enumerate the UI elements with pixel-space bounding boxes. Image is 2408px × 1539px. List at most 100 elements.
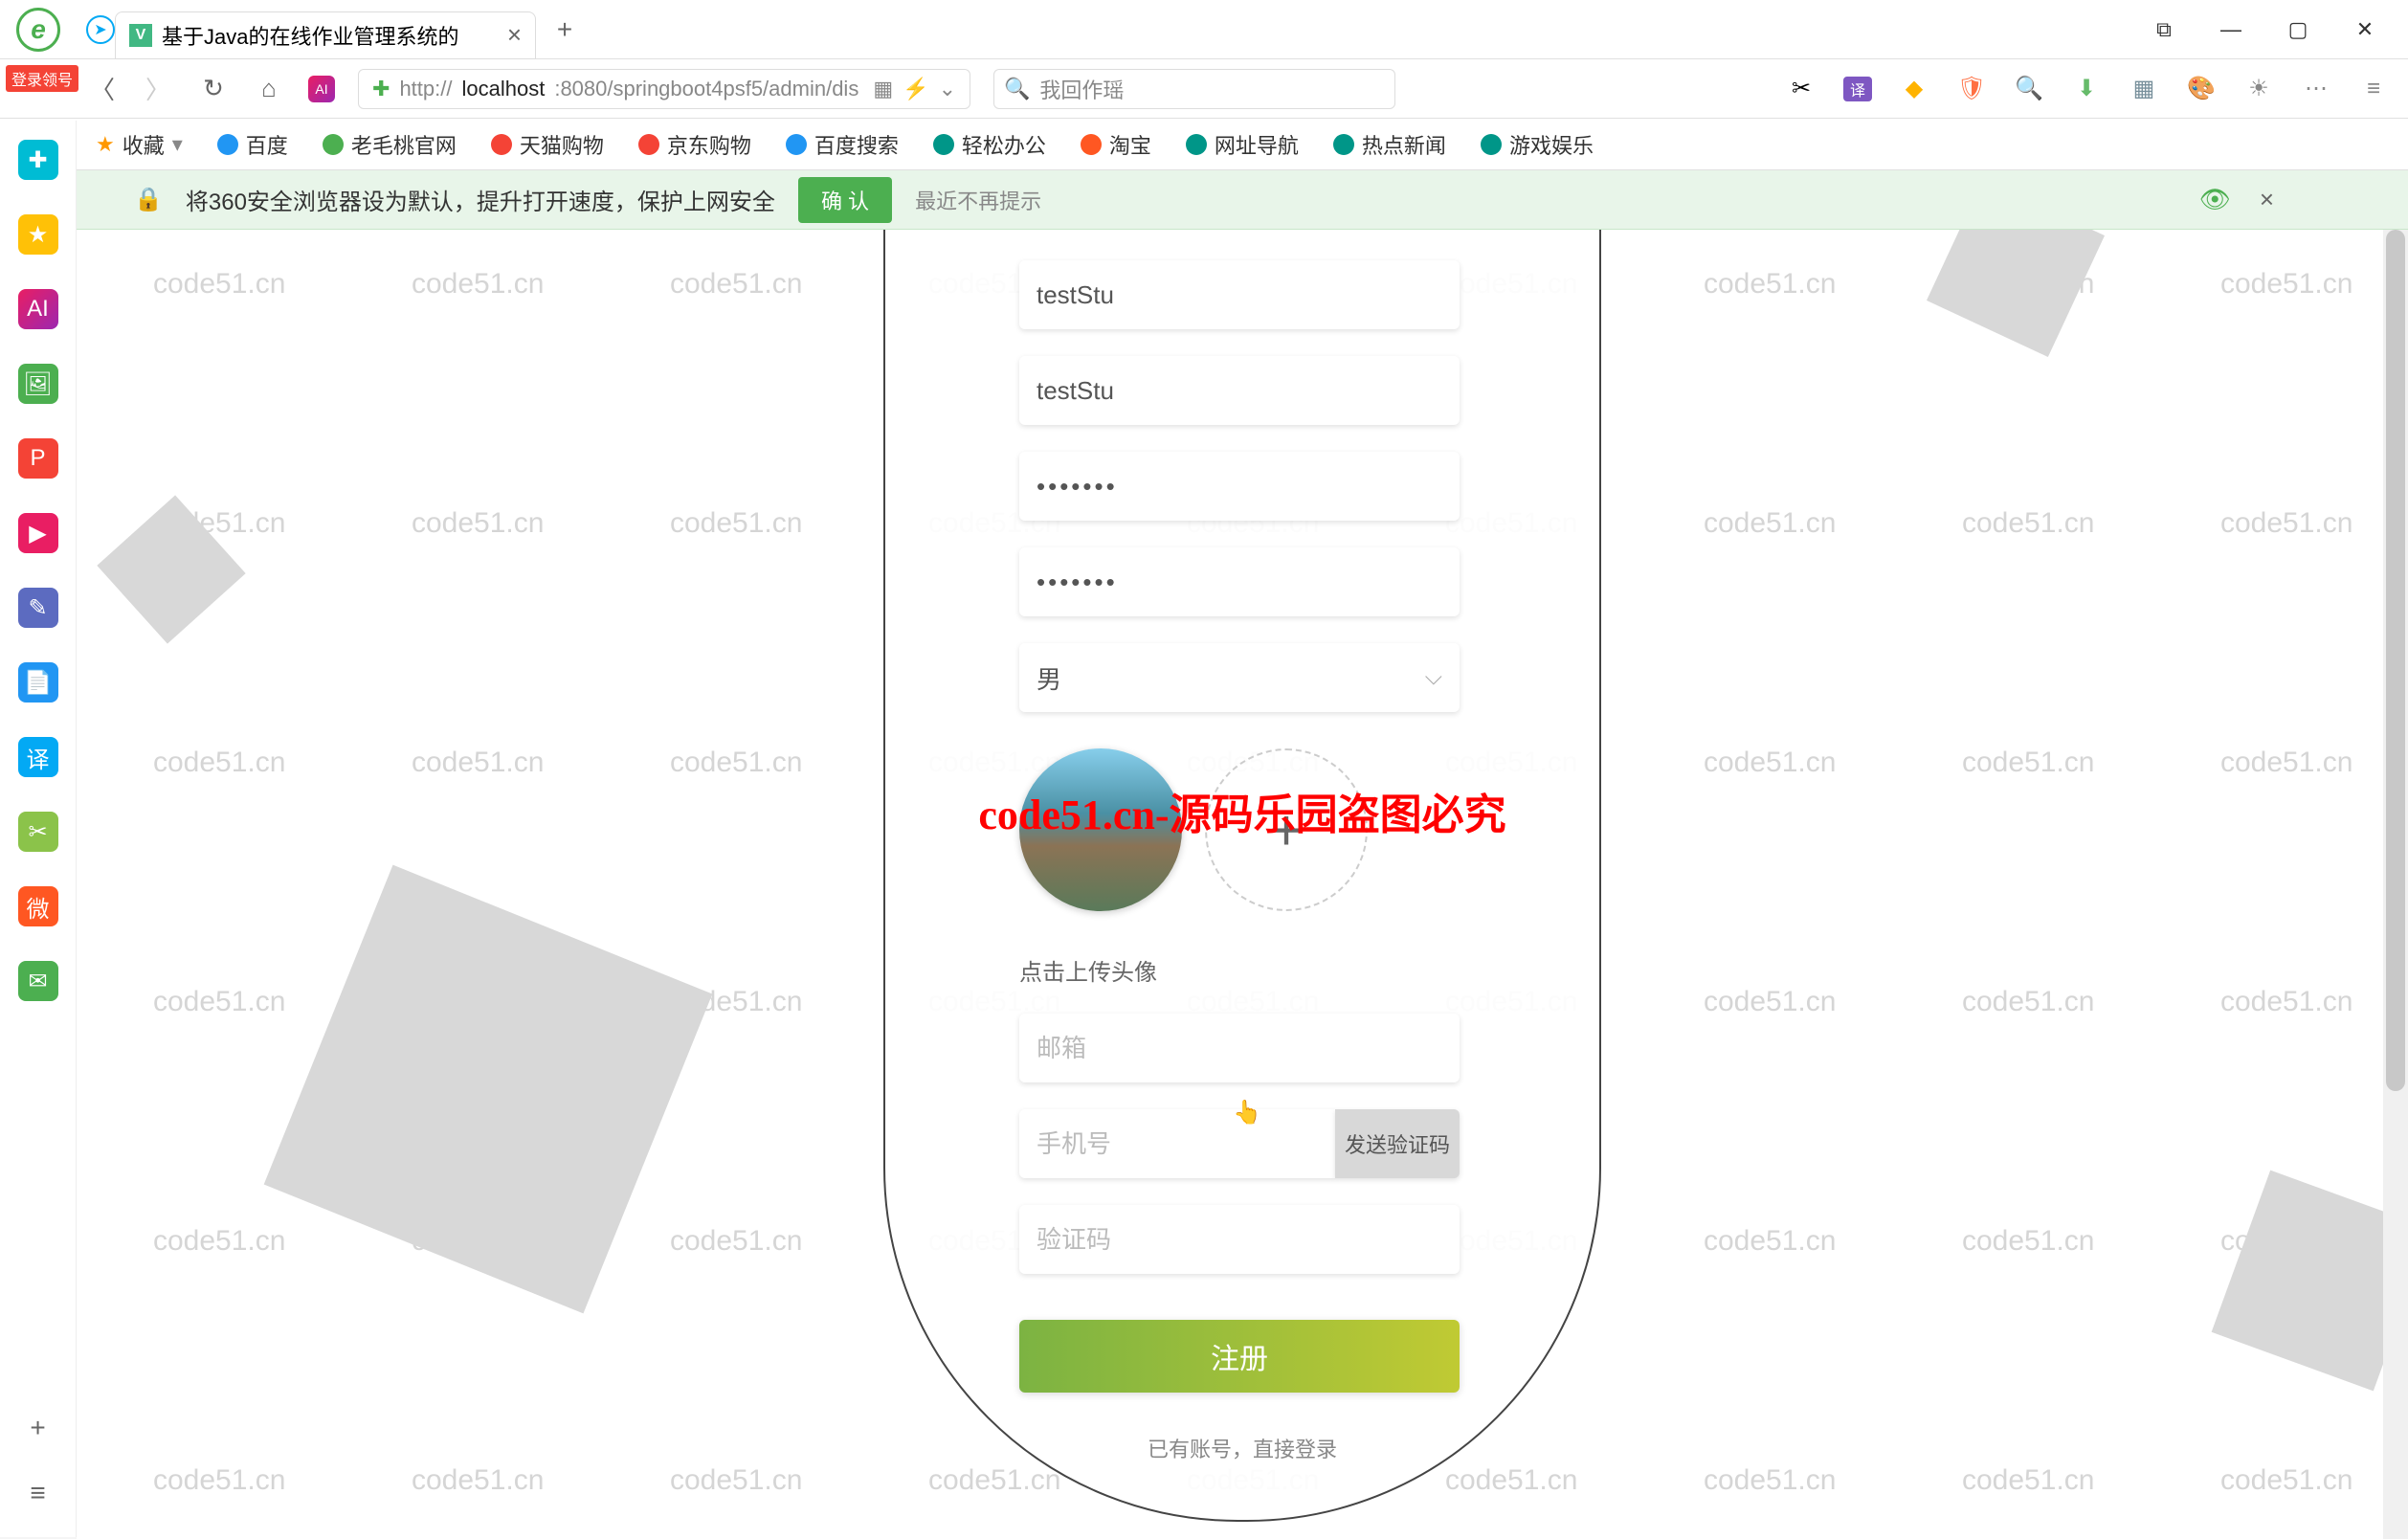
search-icon: 🔍	[1004, 77, 1030, 101]
tab-close-icon[interactable]: ×	[507, 20, 522, 50]
browser-sidebar: ✚ ★ AI 🖼 P ▶ ✎ 📄 译 ✂ 微 ✉ + ≡	[0, 121, 77, 1537]
bookmark-office[interactable]: 轻松办公	[933, 129, 1046, 160]
watermark-text: code51.cn	[670, 1464, 802, 1497]
cursor-pointer-icon: 👆	[1233, 1099, 1261, 1126]
scissors-icon[interactable]: ✂	[1786, 74, 1817, 104]
qr-icon[interactable]: ▦	[873, 77, 893, 101]
sidebar-app-12[interactable]: ✉	[18, 961, 58, 1001]
send-code-button[interactable]: 发送验证码	[1335, 1109, 1460, 1178]
vertical-scrollbar[interactable]	[2383, 230, 2408, 1539]
bookmark-laomaotao[interactable]: 老毛桃官网	[323, 129, 457, 160]
bookmark-tmall[interactable]: 天猫购物	[491, 129, 604, 160]
sidebar-app-6[interactable]: ▶	[18, 513, 58, 553]
gender-select[interactable]: 男	[1019, 643, 1460, 712]
watermark-text: code51.cn	[670, 1225, 802, 1258]
watermark-text: code51.cn	[412, 507, 544, 540]
scrollbar-thumb[interactable]	[2386, 230, 2405, 1091]
confirm-password-input[interactable]: •••••••	[1019, 547, 1460, 616]
avatar-preview[interactable]	[1019, 748, 1182, 911]
bookmark-taobao[interactable]: 淘宝	[1081, 129, 1151, 160]
sidebar-app-11[interactable]: 微	[18, 886, 58, 926]
confirm-default-button[interactable]: 确 认	[798, 177, 892, 223]
watermark-text: code51.cn	[1704, 507, 1836, 540]
url-host: localhost	[461, 77, 545, 101]
sidebar-app-7[interactable]: ✎	[18, 588, 58, 628]
theme-icon[interactable]: ☀	[2243, 74, 2274, 104]
url-dropdown-icon[interactable]: ⌄	[939, 77, 956, 101]
url-path: :8080/springboot4psf5/admin/dis	[554, 77, 858, 101]
jd-icon	[638, 134, 659, 155]
bolt-icon[interactable]: ⚡	[903, 77, 928, 101]
bookmark-news[interactable]: 热点新闻	[1333, 129, 1446, 160]
translate-icon[interactable]: 译	[1843, 77, 1872, 101]
watermark-text: code51.cn	[153, 1225, 285, 1258]
password-input[interactable]: •••••••	[1019, 452, 1460, 521]
sidebar-toggle-icon[interactable]: ⧉	[2150, 15, 2178, 44]
bookmark-favorites[interactable]: ★收藏▾	[96, 129, 183, 160]
eye-icon[interactable]: 👁	[2199, 185, 2231, 214]
sidebar-add-icon[interactable]: +	[30, 1413, 45, 1443]
login-badge[interactable]: 登录领号	[6, 65, 78, 92]
download-icon[interactable]: ⬇	[2071, 74, 2102, 104]
watermark-text: code51.cn	[670, 747, 802, 779]
sidebar-app-8[interactable]: 📄	[18, 662, 58, 703]
watermark-text: code51.cn	[1704, 747, 1836, 779]
bookmark-baidusearch[interactable]: 百度搜索	[786, 129, 899, 160]
sidebar-app-4[interactable]: 🖼	[18, 364, 58, 404]
watermark-text: code51.cn	[670, 507, 802, 540]
reload-button[interactable]: ↻	[197, 73, 230, 105]
sidebar-app-10[interactable]: ✂	[18, 812, 58, 852]
nickname-input[interactable]: testStu	[1019, 356, 1460, 425]
maximize-icon[interactable]: ▢	[2284, 15, 2312, 44]
apps-icon[interactable]: ▦	[2129, 74, 2159, 104]
sidebar-app-2[interactable]: ★	[18, 214, 58, 255]
bookmark-nav[interactable]: 网址导航	[1186, 129, 1299, 160]
notice-right-controls: 👁 ×	[2199, 185, 2274, 214]
avatar-upload-button[interactable]: +	[1205, 748, 1368, 911]
bookmark-bar: ★收藏▾ 百度 老毛桃官网 天猫购物 京东购物 百度搜索 轻松办公 淘宝 网址导…	[0, 119, 2408, 170]
star-icon: ★	[96, 132, 115, 157]
watermark-text: code51.cn	[412, 268, 544, 301]
search-placeholder: 我回作瑶	[1039, 74, 1124, 104]
phone-input[interactable]	[1019, 1109, 1335, 1178]
bookmark-jd[interactable]: 京东购物	[638, 129, 751, 160]
toolbar-icons: ✂ 译 ◆ 🛡 🔍 ⬇ ▦ 🎨 ☀ ⋯ ≡	[1786, 74, 2389, 104]
back-button[interactable]: 〈	[86, 73, 119, 105]
bookmark-baidu[interactable]: 百度	[217, 129, 288, 160]
bg-square-1	[1927, 230, 2105, 357]
bookmark-games[interactable]: 游戏娱乐	[1481, 129, 1594, 160]
search-box[interactable]: 🔍 我回作瑶	[993, 69, 1395, 109]
email-input[interactable]	[1019, 1014, 1460, 1082]
watermark-text: code51.cn	[1962, 986, 2094, 1018]
register-button[interactable]: 注册	[1019, 1320, 1460, 1393]
find-icon[interactable]: 🔍	[2014, 74, 2044, 104]
security-icon[interactable]: 🛡	[1956, 74, 1987, 104]
sidebar-app-1[interactable]: ✚	[18, 140, 58, 180]
default-browser-notice: 🔒 将360安全浏览器设为默认，提升打开速度，保护上网安全 确 认 最近不再提示…	[0, 170, 2408, 230]
sidebar-app-5[interactable]: P	[18, 438, 58, 479]
home-button[interactable]: ⌂	[253, 73, 285, 105]
sidebar-list-icon[interactable]: ≡	[30, 1478, 45, 1508]
username-input[interactable]: testStu	[1019, 260, 1460, 329]
watermark-text: code51.cn	[1704, 268, 1836, 301]
forward-button[interactable]: 〉	[142, 73, 174, 105]
ellipsis-icon[interactable]: ⋯	[2301, 74, 2331, 104]
login-link[interactable]: 已有账号，直接登录	[1019, 1433, 1465, 1463]
browser-tab[interactable]: V 基于Java的在线作业管理系统的 ×	[115, 11, 536, 59]
palette-icon[interactable]: 🎨	[2186, 74, 2217, 104]
watermark-text: code51.cn	[2220, 986, 2352, 1018]
url-bar[interactable]: ✚ http://localhost:8080/springboot4psf5/…	[358, 69, 970, 109]
cube-icon[interactable]: ◆	[1899, 74, 1929, 104]
tab-title: 基于Java的在线作业管理系统的	[162, 20, 458, 51]
watermark-text: code51.cn	[1962, 1225, 2094, 1258]
close-notice-icon[interactable]: ×	[2260, 185, 2274, 214]
new-tab-button[interactable]: +	[546, 11, 584, 49]
sidebar-app-9[interactable]: 译	[18, 737, 58, 777]
captcha-input[interactable]	[1019, 1205, 1460, 1274]
dismiss-notice-link[interactable]: 最近不再提示	[915, 185, 1041, 215]
sidebar-app-3[interactable]: AI	[18, 289, 58, 329]
close-window-icon[interactable]: ✕	[2351, 15, 2379, 44]
menu-icon[interactable]: ≡	[2358, 74, 2389, 104]
minimize-icon[interactable]: —	[2217, 15, 2245, 44]
ai-icon[interactable]: AI	[308, 76, 335, 102]
